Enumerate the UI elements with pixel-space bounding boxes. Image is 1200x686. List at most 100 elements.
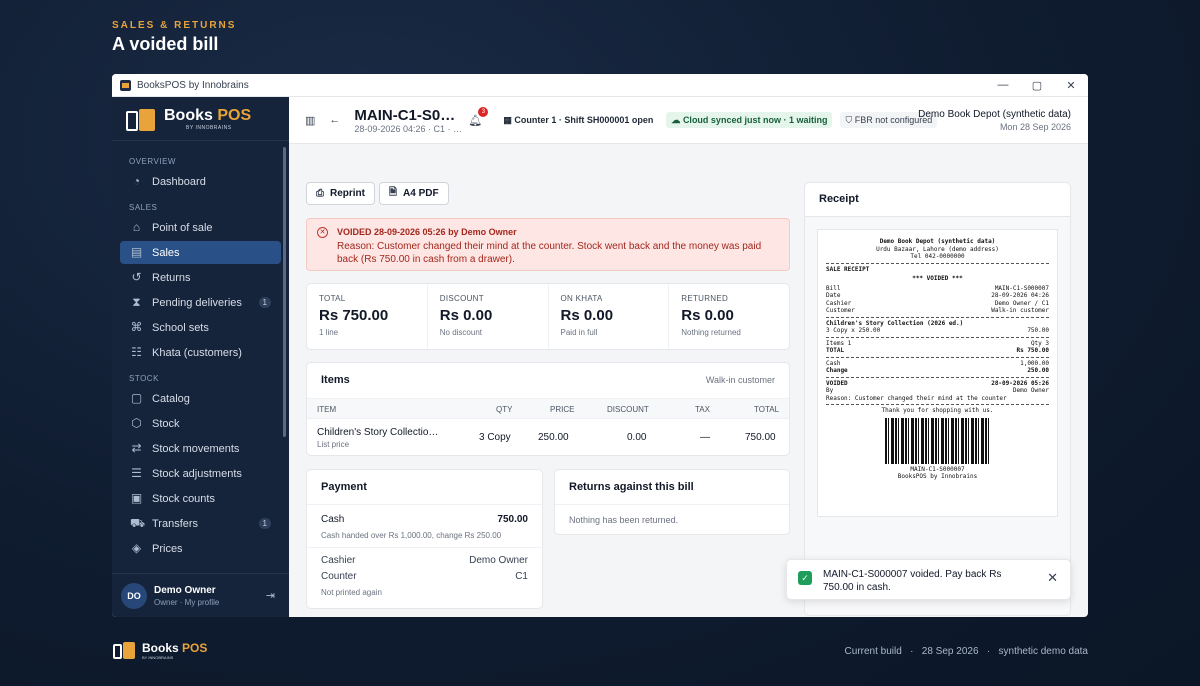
items-table-header: ITEM QTY PRICE DISCOUNT TAX TOTAL — [307, 398, 789, 419]
bill-number: MAIN-C1-S000007 — [354, 106, 462, 124]
sync-status[interactable]: ☁ Cloud synced just now · 1 waiting — [666, 112, 833, 128]
sidebar-item-prices[interactable]: ◈ Prices — [120, 537, 281, 560]
item-total: 750.00 — [745, 432, 776, 443]
payment-method-row: Cash 750.00 — [321, 514, 528, 525]
reprint-button[interactable]: ⎙ Reprint — [306, 182, 375, 205]
sidebar-item-dashboard[interactable]: ◔ Dashboard — [120, 170, 281, 193]
receipt-store: Demo Book Depot (synthetic data) — [879, 238, 996, 245]
logout-icon[interactable]: ⇥ — [266, 589, 275, 602]
sidebar-item-label: Stock counts — [152, 492, 215, 505]
sidebar-item-stock-counts[interactable]: ▣ Stock counts — [120, 487, 281, 510]
bill-subtitle: 28-09-2026 04:26 · C1 · Demo Owner — [354, 123, 462, 134]
page-title: A voided bill — [112, 34, 219, 54]
receipt-icon: ▤ — [130, 245, 143, 259]
stat-returned: RETURNED Rs 0.00 Nothing returned — [669, 284, 789, 349]
notification-count: 3 — [478, 106, 489, 117]
sidebar-item-catalog[interactable]: ▢ Catalog — [120, 387, 281, 410]
receipt-footer: BooksPOS by Innobrains — [897, 473, 978, 480]
return-icon: ↺ — [131, 270, 142, 284]
sidebar-item-stock-movements[interactable]: ⇄ Stock movements — [120, 437, 281, 460]
hourglass-icon: ⧗ — [132, 295, 141, 309]
notification-bell-icon[interactable]: 🔔︎ 3 — [468, 106, 489, 127]
box-icon: ⬡ — [131, 416, 142, 430]
file-icon: 🗎︎ — [389, 187, 398, 198]
profile-sub[interactable]: Owner · My profile — [154, 598, 219, 607]
stat-sub: 1 line — [319, 328, 339, 337]
sidebar-item-label: School sets — [152, 321, 209, 334]
sidebar-item-transfers[interactable]: ⛟ Transfers 1 — [120, 512, 281, 535]
item-tax: — — [700, 432, 710, 443]
footer-books-logo-icon — [112, 640, 138, 660]
sidebar-item-stock[interactable]: ⬡ Stock — [120, 412, 281, 435]
sidebar-item-pending-deliveries[interactable]: ⧗ Pending deliveries 1 — [120, 291, 281, 314]
receipt-thanks: Thank you for shopping with us. — [881, 407, 994, 414]
receipt-customer: Walk-in customer — [991, 307, 1049, 314]
app-logo-icon — [120, 79, 131, 91]
counter-status[interactable]: ▦ Counter 1 · Shift SH000001 open — [498, 112, 658, 128]
store-date: Mon 28 Sep 2026 — [999, 122, 1071, 132]
void-banner: ✕ VOIDED 28-09-2026 05:26 by Demo Owner … — [306, 218, 790, 271]
toast-close-icon[interactable]: ✕ — [1047, 570, 1058, 586]
col-qty: QTY — [496, 405, 513, 414]
receipt-reason: Reason: Customer changed their mind at t… — [826, 394, 1007, 402]
receipt-item-name: Children's Story Collection (2026 ed.) — [826, 319, 964, 327]
a4-pdf-button[interactable]: 🗎︎ A4 PDF — [379, 182, 449, 205]
sidebar-item-label: Pending deliveries — [152, 296, 242, 309]
receipt-panel: Receipt Demo Book Depot (synthetic data)… — [804, 182, 1071, 616]
back-arrow-icon[interactable]: ← — [329, 114, 340, 126]
col-discount: DISCOUNT — [607, 405, 649, 414]
profile-area[interactable]: DO Demo Owner Owner · My profile ⇥ — [112, 573, 289, 617]
printed-status: Not printed again — [321, 588, 382, 597]
stat-value: Rs 0.00 — [560, 307, 614, 324]
receipt-cashier: Demo Owner / C1 — [994, 299, 1049, 307]
stat-value: Rs 0.00 — [439, 307, 493, 324]
sidebar-scrollbar[interactable] — [283, 147, 286, 437]
sidebar-item-point-of-sale[interactable]: ⌂ Point of sale — [120, 216, 281, 239]
sidebar-item-label: Stock — [152, 417, 180, 430]
page-eyebrow: SALES & RETURNS — [112, 20, 237, 31]
receipt-barcode-text: MAIN-C1-S000007 — [910, 465, 965, 473]
books-logo-icon — [124, 105, 160, 133]
sidebar-item-label: Catalog — [152, 392, 190, 405]
toast-notification: ✓ MAIN-C1-S000007 voided. Pay back Rs 75… — [786, 559, 1071, 600]
sliders-icon: ☰ — [131, 466, 142, 480]
sidebar-toggle-icon[interactable]: ▥ — [305, 114, 315, 127]
clipboard-icon: ▣ — [130, 491, 143, 505]
returns-title: Returns against this bill — [569, 481, 694, 493]
customer-label: Walk-in customer — [705, 375, 775, 385]
maximize-button[interactable]: ▢ — [1020, 74, 1054, 97]
sidebar-item-school-sets[interactable]: ⌘ School sets — [120, 316, 281, 339]
nav-section-label: OVERVIEW — [129, 157, 176, 166]
avatar[interactable]: DO — [121, 582, 147, 609]
sidebar-item-returns[interactable]: ↺ Returns — [120, 266, 281, 289]
col-tax: TAX — [695, 405, 710, 414]
sidebar-item-khata-customers[interactable]: ☷ Khata (customers) — [120, 341, 281, 364]
receipt-address: Urdu Bazaar, Lahore (demo address) — [876, 245, 999, 253]
col-price: PRICE — [550, 405, 575, 414]
brand-logo[interactable]: Books POS BY INNOBRAINS — [112, 97, 289, 141]
count-badge: 1 — [258, 518, 271, 529]
payment-method: Cash — [321, 514, 345, 525]
sidebar-item-stock-adjustments[interactable]: ☰ Stock adjustments — [120, 462, 281, 485]
sidebar-item-sales[interactable]: ▤ Sales — [120, 241, 281, 264]
sidebar-item-label: Khata (customers) — [152, 346, 242, 359]
receipt-tel: Tel 042-0000000 — [910, 253, 965, 260]
stat-value: Rs 0.00 — [681, 307, 734, 324]
item-qty: 3 Copy — [479, 432, 511, 443]
minimize-button[interactable]: — — [986, 74, 1020, 97]
window-titlebar: BooksPOS by Innobrains — ▢ ✕ — [112, 74, 1088, 97]
void-reason: Reason: Customer changed their mind at t… — [337, 241, 762, 265]
store-name: Demo Book Depot (synthetic data) — [918, 109, 1071, 120]
stat-sub: Paid in full — [560, 328, 598, 337]
close-window-button[interactable]: ✕ — [1054, 74, 1088, 97]
nav-section-label: STOCK — [129, 374, 159, 383]
cashier-label: Cashier — [321, 555, 356, 566]
cashier-value: Demo Owner — [469, 555, 528, 566]
counter-label: Counter — [321, 571, 357, 582]
footer-logo: Books POS BY INNOBRAINS — [112, 640, 207, 660]
arrows-icon: ⇄ — [131, 441, 142, 455]
receipt-voided: *** VOIDED *** — [912, 275, 963, 282]
summary-stats: TOTAL Rs 750.00 1 line DISCOUNT Rs 0.00 No di… — [306, 283, 790, 350]
gauge-icon: ◔ — [132, 174, 141, 188]
receipt-title: Receipt — [805, 183, 1070, 217]
